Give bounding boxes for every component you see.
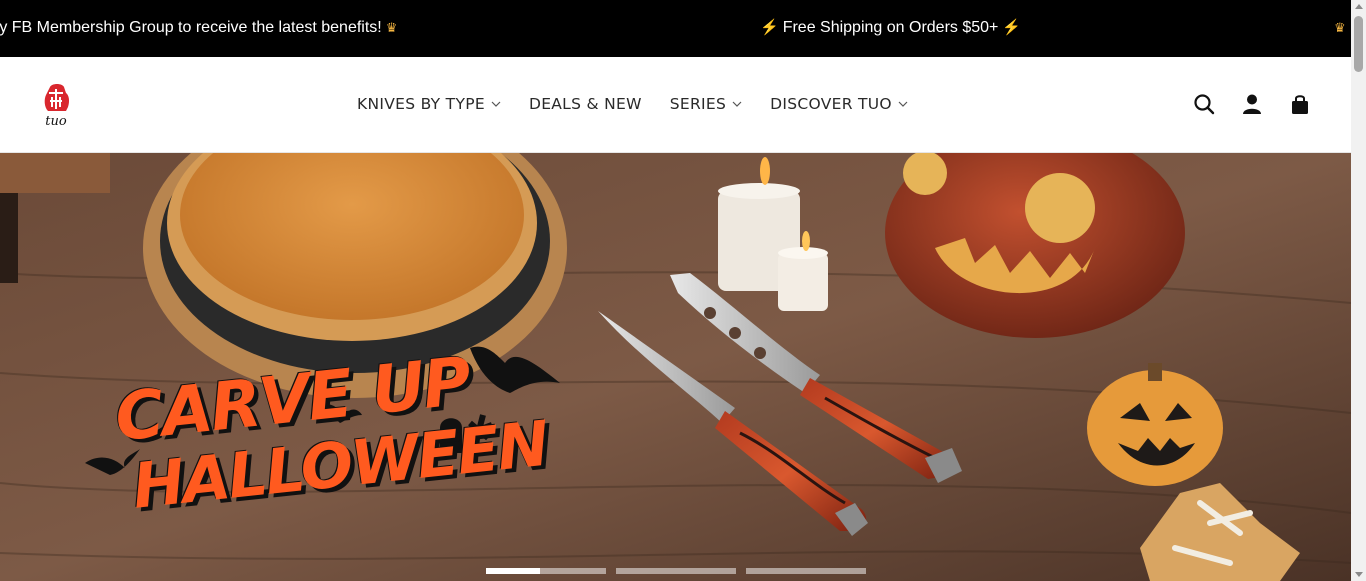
crown-icon: ♛ xyxy=(1334,20,1346,35)
chevron-down-icon xyxy=(491,101,501,107)
announcement-message: ♛ xyxy=(1330,18,1346,38)
nav-series[interactable]: SERIES xyxy=(670,93,742,115)
scroll-down-arrow-icon[interactable] xyxy=(1355,572,1363,577)
slide-dot-1[interactable] xyxy=(486,568,540,574)
tuo-logo-icon: tuo xyxy=(44,84,70,129)
nav-knives-by-type[interactable]: KNIVES BY TYPE xyxy=(357,93,501,115)
site-header: tuo KNIVES BY TYPE DEALS & NEW SERIES DI… xyxy=(0,57,1351,153)
chevron-down-icon xyxy=(898,101,908,107)
cart-icon[interactable] xyxy=(1289,93,1311,115)
scroll-thumb[interactable] xyxy=(1354,16,1363,72)
nav-discover-tuo[interactable]: DISCOVER TUO xyxy=(770,93,908,115)
slider-pagination xyxy=(486,568,866,574)
announcement-text: Free Shipping on Orders $50+ xyxy=(782,19,999,36)
nav-label: DISCOVER TUO xyxy=(770,95,892,113)
lightning-icon: ⚡ xyxy=(1002,19,1022,36)
announcement-text: ry FB Membership Group to receive the la… xyxy=(0,19,382,36)
slide-dot-4[interactable] xyxy=(746,568,866,574)
hero-image xyxy=(0,153,1351,581)
svg-text:tuo: tuo xyxy=(45,114,67,129)
nav-deals-new[interactable]: DEALS & NEW xyxy=(529,93,642,115)
crown-icon: ♛ xyxy=(385,20,398,35)
header-actions xyxy=(1193,93,1311,115)
main-nav: KNIVES BY TYPE DEALS & NEW SERIES DISCOV… xyxy=(357,93,936,115)
nav-label: DEALS & NEW xyxy=(528,95,642,113)
announcement-message[interactable]: ry FB Membership Group to receive the la… xyxy=(0,18,397,38)
site-logo[interactable]: tuo xyxy=(36,79,76,129)
nav-label: KNIVES BY TYPE xyxy=(357,95,485,113)
announcement-message[interactable]: ⚡ Free Shipping on Orders $50+ ⚡ xyxy=(756,18,1025,38)
search-icon[interactable] xyxy=(1193,93,1215,115)
chevron-down-icon xyxy=(732,101,742,107)
lightning-icon: ⚡ xyxy=(760,19,779,36)
account-icon[interactable] xyxy=(1241,93,1263,115)
page-scrollbar[interactable] xyxy=(1351,0,1366,581)
slide-dot-2[interactable] xyxy=(540,568,606,574)
hero-banner[interactable]: CARVE UP HALLOWEEN xyxy=(0,153,1351,581)
nav-label: SERIES xyxy=(669,95,727,113)
scroll-up-arrow-icon[interactable] xyxy=(1355,4,1363,9)
slide-dot-3[interactable] xyxy=(616,568,736,574)
announcement-bar: ry FB Membership Group to receive the la… xyxy=(0,0,1351,57)
